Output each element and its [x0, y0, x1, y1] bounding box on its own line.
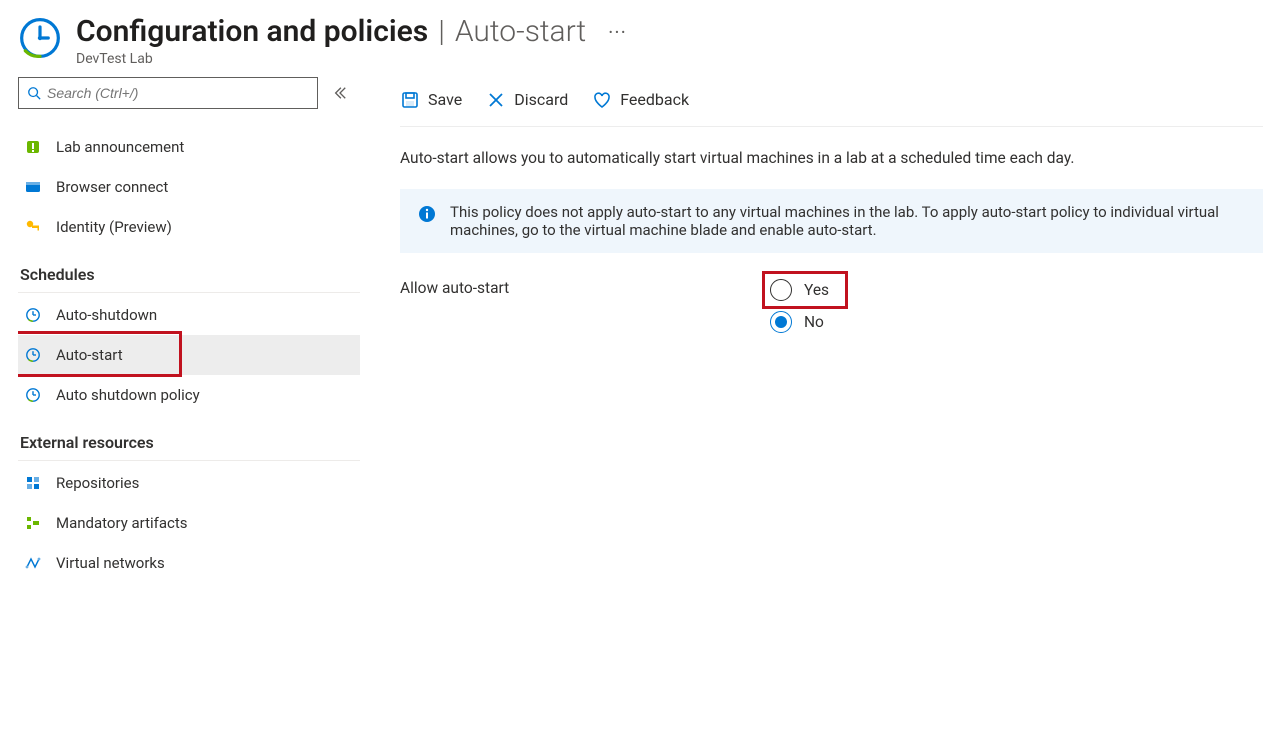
sidebar-item-label: Auto-start: [56, 346, 123, 364]
save-icon: [400, 90, 420, 110]
feedback-label: Feedback: [620, 90, 689, 109]
close-icon: [486, 90, 506, 110]
discard-label: Discard: [514, 90, 568, 109]
radio-label: No: [804, 313, 824, 331]
sidebar-item-auto-start[interactable]: Auto-start: [18, 335, 360, 375]
sidebar-item-lab-announcement[interactable]: Lab announcement: [18, 127, 360, 167]
sidebar-item-repositories[interactable]: Repositories: [18, 463, 360, 503]
save-label: Save: [428, 90, 462, 109]
sidebar-item-label: Auto shutdown policy: [56, 386, 200, 404]
sidebar-item-label: Identity (Preview): [56, 218, 172, 236]
clock-resource-icon: [18, 16, 62, 60]
resource-type-label: DevTest Lab: [76, 51, 627, 67]
save-button[interactable]: Save: [400, 90, 462, 110]
sidebar-item-label: Auto-shutdown: [56, 306, 157, 324]
page-title: Configuration and policies: [76, 14, 428, 49]
title-separator: |: [432, 14, 451, 49]
sidebar-item-auto-shutdown-policy[interactable]: Auto shutdown policy: [18, 375, 360, 415]
discard-button[interactable]: Discard: [486, 90, 568, 110]
sidebar-item-label: Mandatory artifacts: [56, 514, 188, 532]
sidebar-item-virtual-networks[interactable]: Virtual networks: [18, 543, 360, 583]
search-box[interactable]: [18, 77, 318, 109]
sidebar-nav[interactable]: Lab announcement Browser connect Identit…: [18, 117, 360, 740]
search-input[interactable]: [47, 85, 309, 101]
search-icon: [27, 86, 41, 100]
sidebar-item-label: Virtual networks: [56, 554, 165, 572]
sidebar-item-browser-connect[interactable]: Browser connect: [18, 167, 360, 207]
info-banner: This policy does not apply auto-start to…: [400, 189, 1263, 253]
repositories-icon: [24, 474, 42, 492]
more-actions-button[interactable]: ···: [590, 20, 627, 44]
artifacts-icon: [24, 514, 42, 532]
sidebar-item-label: Repositories: [56, 474, 139, 492]
radio-icon: [770, 311, 792, 333]
radio-icon: [770, 279, 792, 301]
info-text: This policy does not apply auto-start to…: [450, 203, 1245, 239]
radio-option-no[interactable]: No: [770, 311, 829, 333]
sidebar-section-external: External resources: [18, 415, 360, 454]
network-icon: [24, 554, 42, 572]
page-header: Configuration and policies | Auto-start …: [0, 0, 1263, 75]
sidebar-item-mandatory-artifacts[interactable]: Mandatory artifacts: [18, 503, 360, 543]
clock-icon: [24, 346, 42, 364]
sidebar-item-label: Lab announcement: [56, 138, 184, 156]
clock-icon: [24, 306, 42, 324]
browser-icon: [24, 178, 42, 196]
radio-option-yes[interactable]: Yes: [770, 279, 829, 301]
sidebar-item-auto-shutdown[interactable]: Auto-shutdown: [18, 295, 360, 335]
description-text: Auto-start allows you to automatically s…: [400, 127, 1263, 189]
feedback-button[interactable]: Feedback: [592, 90, 689, 110]
collapse-sidebar-button[interactable]: [328, 81, 352, 105]
allow-auto-start-label: Allow auto-start: [400, 279, 770, 297]
sidebar-item-identity[interactable]: Identity (Preview): [18, 207, 360, 247]
heart-icon: [592, 90, 612, 110]
announcement-icon: [24, 138, 42, 156]
sidebar-item-label: Browser connect: [56, 178, 168, 196]
radio-label: Yes: [804, 281, 829, 299]
sidebar-section-schedules: Schedules: [18, 247, 360, 286]
page-subtitle: Auto-start: [455, 14, 586, 49]
clock-icon: [24, 386, 42, 404]
allow-auto-start-radio-group: Yes No: [770, 279, 829, 333]
command-bar: Save Discard Feedback: [400, 79, 1263, 127]
info-icon: [418, 205, 436, 223]
key-icon: [24, 218, 42, 236]
